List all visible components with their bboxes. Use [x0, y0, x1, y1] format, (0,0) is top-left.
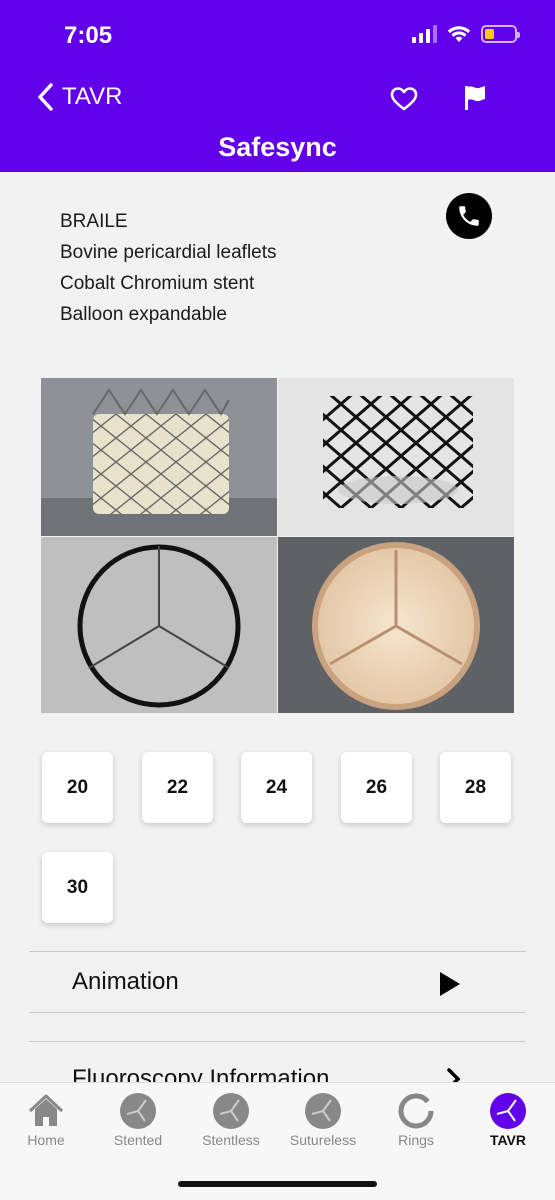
divider	[29, 1041, 526, 1042]
size-button-24[interactable]: 24	[241, 752, 312, 823]
flag-icon[interactable]	[462, 84, 488, 112]
back-label: TAVR	[62, 83, 123, 110]
tab-stentless[interactable]: Stentless	[185, 1091, 277, 1148]
divider	[29, 1012, 526, 1013]
size-button-26[interactable]: 26	[341, 752, 412, 823]
wifi-icon	[447, 26, 471, 42]
valve-xray-top	[41, 537, 277, 713]
divider	[29, 951, 526, 952]
size-button-28[interactable]: 28	[440, 752, 511, 823]
back-button[interactable]: TAVR	[36, 82, 122, 112]
stent-material-text: Cobalt Chromium stent	[60, 273, 255, 294]
page-title: Safesync	[218, 132, 337, 162]
phone-icon	[459, 206, 479, 226]
tab-sutureless[interactable]: Sutureless	[277, 1091, 369, 1148]
favorite-heart-icon[interactable]	[390, 86, 418, 112]
valve-photo-composite	[41, 378, 514, 713]
ring-icon	[398, 1093, 434, 1129]
call-button[interactable]	[446, 193, 492, 239]
stented-valve-icon	[120, 1093, 156, 1129]
battery-level	[485, 29, 494, 39]
valve-top-photo	[278, 537, 514, 713]
deployment-type-text: Balloon expandable	[60, 304, 227, 325]
device-info: BRAILE Bovine pericardial leaflets Cobal…	[60, 206, 277, 330]
tab-stented[interactable]: Stented	[92, 1091, 184, 1148]
size-button-20[interactable]: 20	[42, 752, 113, 823]
tab-label: Stented	[113, 1132, 163, 1148]
tab-label: Rings	[398, 1132, 434, 1148]
tab-label: Sutureless	[289, 1132, 357, 1148]
app-header: 7:05 TAVR Safesync	[0, 0, 555, 172]
leaflet-material-text: Bovine pericardial leaflets	[60, 242, 277, 263]
cellular-signal-icon	[412, 25, 437, 43]
sutureless-valve-icon	[305, 1093, 341, 1129]
tavr-icon	[490, 1093, 526, 1129]
tab-rings[interactable]: Rings	[370, 1091, 462, 1148]
tab-tavr[interactable]: TAVR	[462, 1091, 554, 1148]
battery-icon	[481, 25, 520, 43]
tab-home[interactable]: Home	[0, 1091, 92, 1148]
tab-label: TAVR	[489, 1132, 527, 1148]
home-icon	[28, 1094, 64, 1126]
stentless-valve-icon	[213, 1093, 249, 1129]
size-button-22[interactable]: 22	[142, 752, 213, 823]
home-indicator	[178, 1181, 377, 1187]
tab-label: Stentless	[202, 1132, 260, 1148]
tab-label: Home	[27, 1132, 65, 1148]
status-icons	[412, 25, 520, 43]
size-button-30[interactable]: 30	[42, 852, 113, 923]
chevron-left-icon	[38, 83, 53, 111]
manufacturer-text: BRAILE	[60, 211, 128, 232]
status-time: 7:05	[64, 22, 113, 49]
animation-row-label[interactable]: Animation	[72, 968, 179, 996]
play-icon[interactable]	[437, 970, 463, 998]
valve-xray-side	[278, 378, 514, 536]
valve-side-photo	[41, 378, 277, 536]
